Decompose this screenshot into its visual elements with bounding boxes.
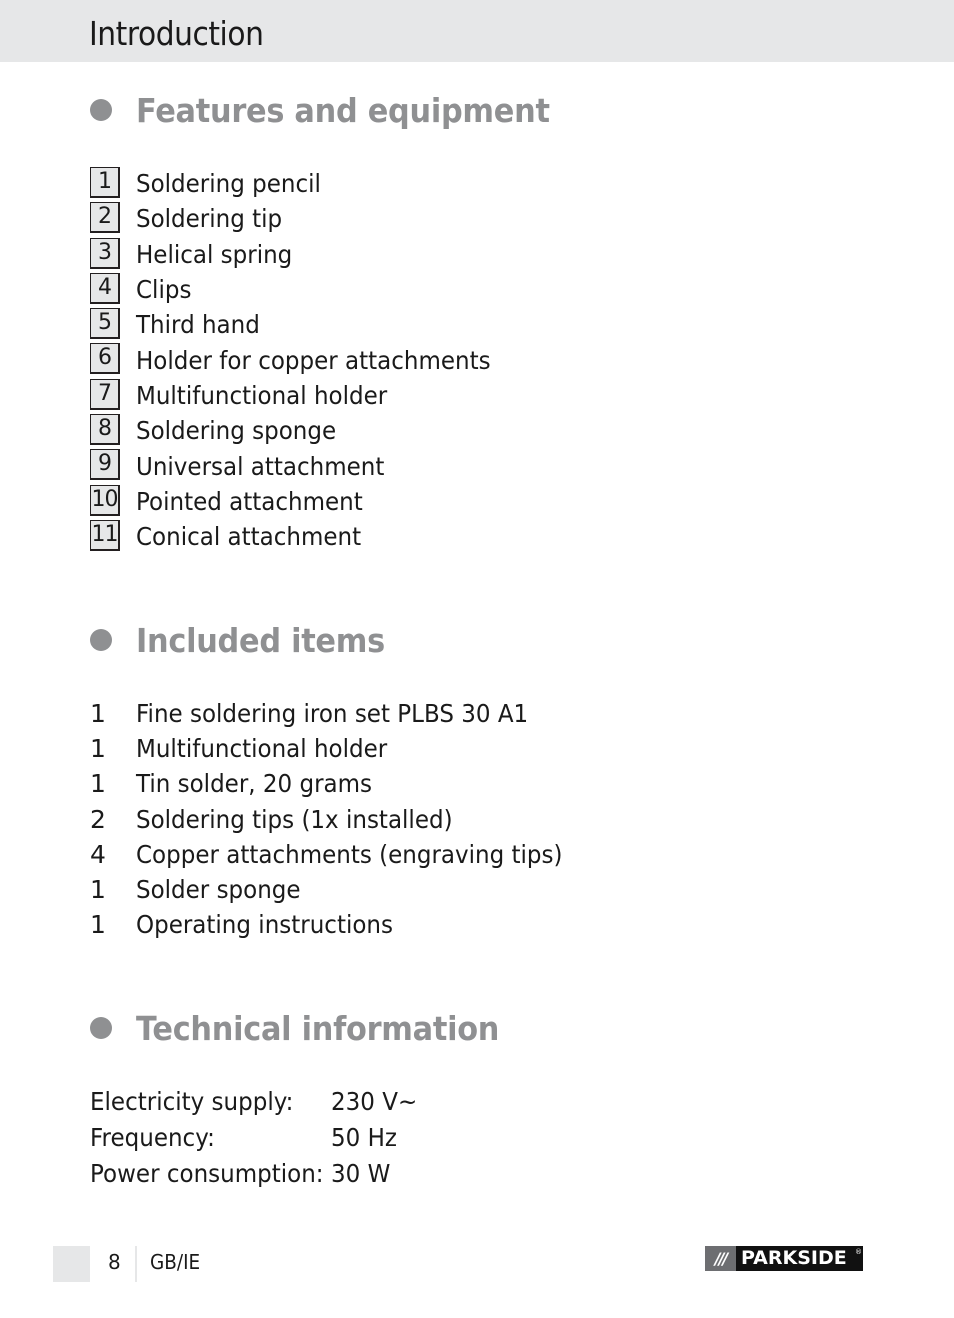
item-label: Third hand <box>136 310 260 340</box>
item-label: Conical attachment <box>136 522 362 552</box>
spec-label: Frequency: <box>90 1123 215 1153</box>
item-label: Clips <box>136 275 192 305</box>
brand-name: PARKSIDE <box>741 1247 847 1269</box>
item-label: Helical spring <box>136 239 293 269</box>
footer-marker <box>53 1246 90 1282</box>
included-heading: Included items <box>89 620 385 660</box>
item-quantity: 4 <box>90 839 106 869</box>
item-label: Tin solder, 20 grams <box>136 769 373 799</box>
item-number-box: 11 <box>90 519 120 551</box>
spec-label: Electricity supply: <box>90 1087 294 1117</box>
section-title: Features and equipment <box>136 90 550 130</box>
item-label: Soldering sponge <box>136 416 337 446</box>
item-quantity: 2 <box>90 804 106 834</box>
item-number-box: 2 <box>90 202 120 234</box>
item-label: Pointed attachment <box>136 486 363 516</box>
item-label: Multifunctional holder <box>136 380 388 410</box>
item-number-box: 6 <box>90 343 120 375</box>
registered-mark-icon: ® <box>855 1248 862 1256</box>
item-label: Universal attachment <box>136 451 385 481</box>
spec-value: 30 W <box>331 1158 391 1188</box>
item-label: Multifunctional holder <box>136 734 388 764</box>
section-title: Included items <box>136 620 385 660</box>
item-quantity: 1 <box>90 769 106 799</box>
item-number-box: 1 <box>90 167 120 198</box>
spec-value: 50 Hz <box>331 1123 397 1153</box>
item-label: Solder sponge <box>136 875 301 905</box>
spec-label: Power consumption: <box>90 1158 324 1188</box>
item-number-box: 3 <box>90 237 120 269</box>
features-heading: Features and equipment <box>89 90 550 130</box>
item-number-box: 8 <box>90 414 120 446</box>
header-band: Introduction <box>0 0 954 62</box>
item-label: Soldering tip <box>136 204 283 234</box>
locale-label: GB/IE <box>150 1250 201 1274</box>
item-number-box: 10 <box>90 484 120 516</box>
item-quantity: 1 <box>90 699 106 729</box>
item-label: Operating instructions <box>136 910 393 940</box>
footer-divider <box>135 1246 137 1282</box>
item-number-box: 5 <box>90 308 120 340</box>
page-title: Introduction <box>89 14 264 53</box>
page-number: 8 <box>108 1250 121 1274</box>
parkside-logo: /// PARKSIDE ® <box>705 1246 863 1271</box>
item-quantity: 1 <box>90 734 106 764</box>
item-label: Soldering pencil <box>136 169 321 199</box>
item-number-box: 7 <box>90 378 120 410</box>
bullet-icon <box>90 99 112 121</box>
bullet-icon <box>90 629 112 651</box>
item-quantity: 1 <box>90 875 106 905</box>
spec-value: 230 V~ <box>331 1087 418 1117</box>
technical-heading: Technical information <box>89 1008 499 1048</box>
item-label: Fine soldering iron set PLBS 30 A1 <box>136 699 529 729</box>
item-label: Copper attachments (engraving tips) <box>136 839 563 869</box>
bullet-icon <box>90 1017 112 1039</box>
item-label: Soldering tips (1x installed) <box>136 804 453 834</box>
item-number-box: 9 <box>90 449 120 481</box>
logo-wordmark: PARKSIDE ® <box>736 1246 863 1271</box>
item-label: Holder for copper attachments <box>136 345 491 375</box>
item-quantity: 1 <box>90 910 106 940</box>
item-number-box: 4 <box>90 272 120 304</box>
section-title: Technical information <box>136 1008 500 1048</box>
logo-slashes-icon: /// <box>705 1246 736 1271</box>
